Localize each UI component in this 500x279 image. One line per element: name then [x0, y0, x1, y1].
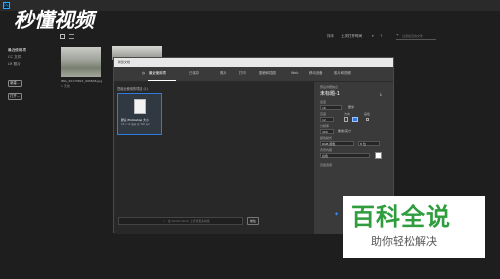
orientation-label: 方向 [344, 112, 351, 116]
badge-title: 百科全说 [351, 203, 451, 231]
artboard-label: 画板 [364, 112, 371, 116]
sidebar-item-recent[interactable]: 最近使用项 [8, 48, 26, 53]
tab-recent[interactable]: 最近使用项 [149, 71, 166, 75]
filter-input[interactable]: ⏷ 过滤最近的文件 [396, 33, 436, 40]
sidebar-item-lr-photos[interactable]: LR 照片 [8, 62, 21, 67]
background-color-swatch[interactable] [375, 152, 382, 159]
preset-card-meta: 16 x 12 厘米 @ 300 ppi [121, 123, 150, 126]
width-label: 宽度 [320, 100, 327, 104]
dialog-tabs: ◷ 最近使用项 已保存 照片 打印 图稿和插图 Web 移动设备 胶片和视频 [114, 67, 393, 82]
preset-card[interactable]: 默认 Photoshop 大小 16 x 12 厘米 @ 300 ppi [117, 93, 162, 135]
tab-print[interactable]: 打印 [239, 71, 246, 75]
artboard-checkbox[interactable] [366, 118, 369, 121]
resolution-label: 分辨率 [320, 124, 330, 128]
tab-art-illustration[interactable]: 图稿和插图 [259, 71, 276, 75]
document-icon [134, 99, 146, 114]
colormode-dropdown[interactable]: RGB 颜色 [320, 141, 354, 146]
recent-tab-icon: ◷ [142, 71, 145, 75]
grid-view-icon[interactable] [60, 34, 65, 39]
sort-direction-icon[interactable]: ↑ [380, 34, 383, 39]
search-go-button[interactable]: 前往 [247, 217, 259, 225]
save-preset-icon[interactable]: ⤓ [380, 92, 382, 96]
resolution-unit[interactable]: 像素/英寸 [338, 130, 351, 133]
filter-icon: ⏷ [396, 33, 399, 37]
active-tab-indicator [148, 80, 176, 81]
open-button[interactable]: 打开... [8, 93, 22, 100]
recent-file-meta: 1 天前 [61, 84, 70, 88]
search-icon: ⌕ [163, 219, 165, 223]
new-button[interactable]: 新建... [8, 80, 22, 87]
sort-dropdown[interactable]: 上次打开时间 [341, 34, 362, 39]
dialog-titlebar: 新建文档 [114, 58, 393, 67]
badge-subtitle: 助你轻松解决 [371, 235, 437, 248]
width-field[interactable]: 16 [320, 105, 342, 110]
colormode-label: 颜色模式 [320, 136, 333, 140]
height-field[interactable]: 12 [320, 117, 334, 122]
dialog-title: 新建文档 [118, 60, 131, 64]
photoshop-logo: Ps [3, 2, 10, 9]
baike-badge: 百科全说 助你轻松解决 [343, 196, 485, 258]
document-name[interactable]: 未标题-1 [320, 92, 340, 97]
recent-file-thumbnail[interactable] [61, 47, 101, 77]
list-view-icon[interactable] [69, 34, 74, 39]
preset-card-name: 默认 Photoshop 大小 [121, 118, 149, 122]
width-unit[interactable]: 厘米 [348, 106, 354, 109]
background-label: 背景内容 [320, 148, 333, 152]
background-dropdown[interactable]: 白色 [320, 153, 370, 158]
tab-film-video[interactable]: 胶片和视频 [334, 71, 351, 75]
portrait-orientation-icon[interactable] [344, 117, 348, 122]
sidebar-item-cc-files[interactable]: CC 文件 [8, 55, 21, 60]
filter-placeholder: 过滤最近的文件 [402, 33, 424, 38]
bitdepth-dropdown[interactable]: 8 位 [358, 141, 380, 146]
height-label: 高度 [320, 112, 327, 116]
sort-label: 排序 [327, 34, 334, 38]
stock-search-input[interactable]: ⌕ 在 Adobe Stock 上查找更多模板 [118, 217, 243, 225]
preset-heading: 您最近使用的项目 (1) [117, 87, 149, 91]
tab-saved[interactable]: 已保存 [189, 71, 199, 75]
create-button-icon[interactable]: ✦ [334, 212, 339, 218]
landscape-orientation-icon[interactable] [352, 117, 358, 122]
chevron-down-icon[interactable]: ▾ [372, 34, 374, 39]
recent-file-name: IMG_20170821_095846.jpg [61, 79, 103, 83]
details-heading: 预设详细信息 [320, 85, 339, 89]
advanced-options-toggle[interactable]: 高级选项 [320, 164, 332, 167]
tab-photo[interactable]: 照片 [220, 71, 227, 75]
search-placeholder: 在 Adobe Stock 上查找更多模板 [168, 219, 210, 224]
tab-web[interactable]: Web [291, 71, 298, 75]
tab-mobile[interactable]: 移动设备 [309, 71, 323, 75]
preset-panel: 您最近使用的项目 (1) 默认 Photoshop 大小 16 x 12 厘米 … [114, 82, 314, 234]
resolution-field[interactable]: 300 [320, 129, 334, 134]
